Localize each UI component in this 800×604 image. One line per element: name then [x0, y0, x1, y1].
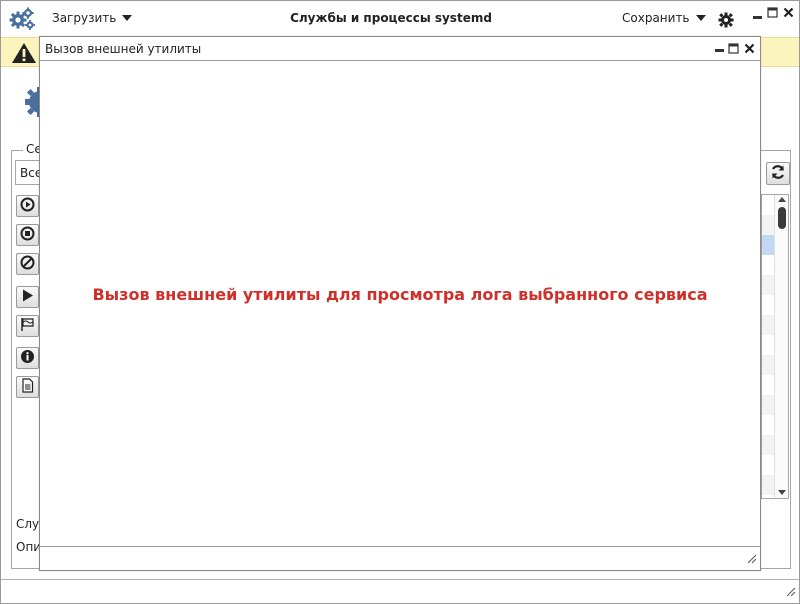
minimize-icon[interactable]	[752, 9, 763, 20]
save-menu-label: Сохранить	[622, 11, 690, 25]
info-button[interactable]	[16, 347, 39, 369]
services-table[interactable]	[761, 194, 789, 499]
flag-button[interactable]	[16, 315, 39, 337]
table-row[interactable]	[762, 355, 774, 375]
dialog-footer	[40, 546, 760, 570]
minimize-icon[interactable]	[714, 49, 725, 60]
log-button[interactable]	[16, 376, 39, 398]
external-utility-dialog: Вызов внешней утилиты Вызов внешней утил…	[39, 36, 761, 571]
maximize-icon[interactable]	[767, 7, 778, 18]
title-bar: Загрузить Службы и процессы systemd Сохр…	[1, 1, 799, 37]
resize-grip-icon[interactable]	[747, 553, 757, 567]
scroll-down-icon[interactable]	[778, 490, 786, 495]
dialog-message: Вызов внешней утилиты для просмотра лога…	[92, 285, 708, 304]
table-row[interactable]	[762, 275, 774, 295]
dialog-title-bar: Вызов внешней утилиты	[40, 37, 760, 61]
play-circle-icon	[20, 197, 35, 215]
disable-button[interactable]	[16, 253, 39, 275]
flag-icon	[20, 317, 35, 335]
status-bar	[1, 579, 799, 603]
dialog-title: Вызов внешней утилиты	[45, 42, 202, 56]
close-icon[interactable]	[783, 7, 794, 18]
table-row[interactable]	[762, 315, 774, 335]
scroll-up-icon[interactable]	[778, 197, 786, 202]
refresh-icon	[770, 164, 786, 183]
table-row[interactable]	[762, 475, 774, 495]
table-row[interactable]	[762, 395, 774, 415]
document-icon	[20, 378, 35, 396]
stop-circle-icon	[20, 226, 35, 244]
window-title-text: Службы и процессы systemd	[290, 11, 492, 25]
maximize-icon[interactable]	[728, 43, 739, 54]
stop-button[interactable]	[16, 224, 39, 246]
vertical-scrollbar[interactable]	[774, 195, 788, 498]
table-row-selected[interactable]	[762, 235, 774, 255]
warning-triangle-icon	[11, 42, 37, 67]
info-icon	[20, 349, 35, 367]
service-field-label: Слу	[16, 517, 40, 531]
block-icon	[20, 255, 35, 273]
play-icon	[20, 288, 35, 306]
refresh-button[interactable]	[766, 162, 790, 185]
table-row[interactable]	[762, 215, 774, 235]
description-field-label: Опи	[16, 540, 42, 554]
close-icon[interactable]	[744, 43, 755, 54]
chevron-down-icon	[695, 15, 706, 21]
start-button[interactable]	[16, 195, 39, 217]
scrollbar-thumb[interactable]	[778, 207, 786, 229]
run-button[interactable]	[16, 286, 39, 308]
save-menu[interactable]: Сохранить	[622, 11, 706, 25]
resize-grip-icon[interactable]	[786, 586, 796, 600]
table-row[interactable]	[762, 435, 774, 455]
gear-icon[interactable]	[718, 12, 734, 28]
